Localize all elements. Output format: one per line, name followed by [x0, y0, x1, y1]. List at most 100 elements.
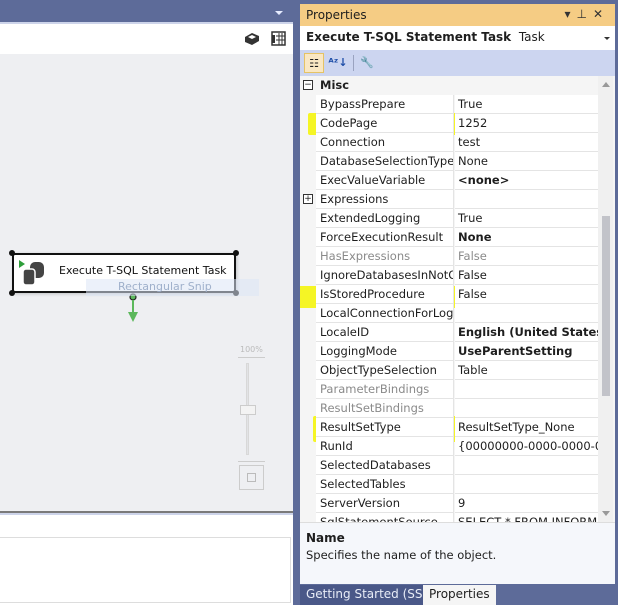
property-row[interactable]: DatabaseSelectionType None — [300, 152, 598, 171]
property-row[interactable]: LocalConnectionForLogging — [300, 304, 598, 323]
execute-tsql-task[interactable]: Execute T-SQL Statement Task — [9, 250, 239, 296]
zoom-slider-thumb[interactable] — [240, 405, 256, 415]
property-value[interactable] — [455, 190, 598, 209]
property-value[interactable] — [455, 399, 598, 418]
property-name: LocaleID — [316, 323, 454, 342]
object-selector[interactable]: Execute T-SQL Statement Task Task — [300, 26, 615, 50]
property-row[interactable]: ParameterBindings — [300, 380, 598, 399]
categorized-icon[interactable]: ☷ — [304, 53, 324, 73]
tab-properties[interactable]: Properties — [423, 585, 496, 605]
property-name: ExtendedLogging — [316, 209, 454, 228]
property-name: ExecValueVariable — [316, 171, 454, 190]
property-value[interactable]: None — [455, 152, 598, 171]
properties-window: Properties ▾⊥✕ Execute T-SQL Statement T… — [300, 4, 615, 605]
expand-icon[interactable]: + — [303, 194, 313, 204]
property-row[interactable]: ResultSetType ResultSetType_None — [300, 418, 598, 437]
window-position-icon[interactable]: ▾ — [564, 7, 576, 21]
property-row[interactable]: ForceExecutionResult None — [300, 228, 598, 247]
property-row[interactable]: SelectedTables — [300, 475, 598, 494]
variables-icon[interactable] — [244, 32, 260, 46]
property-value[interactable] — [455, 304, 598, 323]
description-text: Specifies the name of the object. — [306, 548, 497, 562]
scrollbar-thumb[interactable] — [602, 216, 610, 396]
property-row[interactable]: LocaleID English (United States) — [300, 323, 598, 342]
property-name: Connection — [316, 133, 454, 152]
property-row[interactable]: ResultSetBindings — [300, 399, 598, 418]
property-value[interactable]: test — [455, 133, 598, 152]
resize-handle[interactable] — [233, 250, 239, 256]
property-value[interactable]: <none> — [455, 171, 598, 190]
property-name: SqlStatementSource — [316, 513, 454, 522]
property-value[interactable]: 1252 — [455, 114, 598, 133]
property-pages-icon[interactable]: 🔧 — [357, 53, 377, 73]
connection-managers-area[interactable] — [0, 537, 291, 603]
property-value[interactable]: UseParentSetting — [455, 342, 598, 361]
property-name: Expressions — [316, 190, 454, 209]
property-value[interactable]: False — [455, 266, 598, 285]
property-row[interactable]: IgnoreDatabasesInNotOnlineStateFalse — [300, 266, 598, 285]
property-value[interactable]: True — [455, 95, 598, 114]
properties-title: Properties — [306, 8, 367, 22]
property-row[interactable]: SqlStatementSource SELECT * FROM INFORMAT — [300, 513, 598, 522]
property-value[interactable]: False — [455, 285, 598, 304]
property-row[interactable]: ExtendedLogging True — [300, 209, 598, 228]
object-type: Task — [518, 30, 545, 44]
category-label: Misc — [316, 76, 598, 95]
object-name: Execute T-SQL Statement Task — [306, 30, 512, 44]
description-title: Name — [306, 531, 345, 545]
property-row[interactable]: HasExpressions False — [300, 247, 598, 266]
property-value[interactable]: SELECT * FROM INFORMAT — [455, 513, 598, 522]
property-value[interactable]: None — [455, 228, 598, 247]
property-row[interactable]: IsStoredProcedure False — [300, 285, 598, 304]
property-value[interactable]: True — [455, 209, 598, 228]
property-name: LocalConnectionForLogging — [316, 304, 454, 323]
chevron-down-icon[interactable] — [604, 37, 610, 40]
property-row[interactable]: LoggingMode UseParentSetting — [300, 342, 598, 361]
collapse-icon[interactable]: − — [303, 80, 313, 90]
precedence-connector-arrow[interactable] — [126, 293, 140, 325]
property-row[interactable]: ServerVersion 9 — [300, 494, 598, 513]
alphabetical-icon[interactable]: ᴬᶻ↓ — [328, 53, 348, 73]
resize-handle[interactable] — [9, 250, 15, 256]
zoom-to-fit-icon[interactable] — [239, 465, 264, 490]
property-row[interactable]: SelectedDatabases — [300, 456, 598, 475]
property-value[interactable] — [455, 475, 598, 494]
zoom-level: 100% — [240, 345, 263, 354]
property-row[interactable]: RunId{00000000-0000-0000-0000 — [300, 437, 598, 456]
property-value[interactable]: ResultSetType_None — [455, 418, 598, 437]
parameters-icon[interactable] — [271, 31, 286, 46]
property-row[interactable]: CodePage 1252 — [300, 114, 598, 133]
scroll-down-icon[interactable] — [602, 511, 610, 516]
property-row[interactable]: + Expressions — [300, 190, 598, 209]
property-value[interactable]: English (United States) — [455, 323, 598, 342]
property-value[interactable]: Table — [455, 361, 598, 380]
property-value[interactable] — [455, 456, 598, 475]
property-grid[interactable]: − Misc BypassPrepare True CodePage 1252 Connec… — [300, 76, 615, 522]
resize-handle[interactable] — [9, 290, 15, 296]
property-row[interactable]: BypassPrepare True — [300, 95, 598, 114]
property-name: ResultSetBindings — [316, 399, 454, 418]
pin-icon[interactable]: ⊥ — [576, 7, 592, 21]
property-value[interactable] — [455, 380, 598, 399]
resize-handle[interactable] — [233, 290, 239, 296]
property-row[interactable]: ObjectTypeSelection Table — [300, 361, 598, 380]
category-misc[interactable]: − Misc — [300, 76, 598, 95]
tsql-task-icon — [19, 260, 44, 286]
property-name: ParameterBindings — [316, 380, 454, 399]
property-name: HasExpressions — [316, 247, 454, 266]
zoom-control[interactable]: 100% — [238, 345, 266, 495]
property-name: ServerVersion — [316, 494, 454, 513]
property-name: LoggingMode — [316, 342, 454, 361]
scroll-up-icon[interactable] — [602, 82, 610, 87]
property-row[interactable]: ExecValueVariable <none> — [300, 171, 598, 190]
property-row[interactable]: Connection test — [300, 133, 598, 152]
property-value[interactable]: 9 — [455, 494, 598, 513]
property-name: BypassPrepare — [316, 95, 454, 114]
close-icon[interactable]: ✕ — [593, 7, 609, 21]
property-value[interactable]: False — [455, 247, 598, 266]
tab-dropdown-icon[interactable] — [275, 11, 283, 15]
property-name: CodePage — [316, 114, 454, 133]
property-value[interactable]: {00000000-0000-0000-0000 — [455, 437, 598, 456]
task-label: Execute T-SQL Statement Task — [59, 264, 227, 277]
properties-toolbar: ☷ ᴬᶻ↓ 🔧 — [300, 50, 615, 76]
